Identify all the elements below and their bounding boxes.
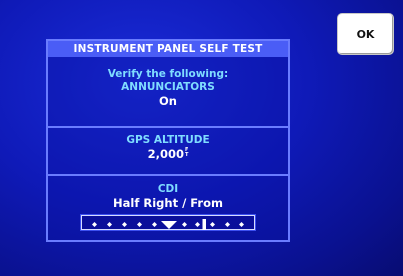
annunciators-section: Verify the following: ANNUNCIATORS On (48, 57, 288, 126)
feet-unit: F T (185, 148, 188, 158)
cdi-dot (107, 222, 112, 227)
cdi-scale (92, 219, 244, 230)
cdi-value: Half Right / From (113, 196, 223, 210)
cdi-dot (210, 222, 215, 227)
cdi-needle (202, 219, 206, 230)
cdi-dot (239, 222, 244, 227)
panel-title: INSTRUMENT PANEL SELF TEST (48, 41, 288, 57)
from-triangle-icon (161, 221, 177, 229)
gps-altitude-section: GPS ALTITUDE 2,000 F T (48, 126, 288, 174)
feet-unit-bottom: T (184, 152, 189, 158)
cdi-dot (92, 222, 97, 227)
annunciators-value: On (159, 94, 177, 108)
cdi-dot (137, 222, 142, 227)
cdi-dot (152, 222, 157, 227)
cdi-label: CDI (157, 183, 179, 195)
gps-altitude-value: 2,000 (147, 147, 184, 161)
cdi-dot (195, 222, 200, 227)
cdi-section: CDI Half Right / From (48, 174, 288, 240)
ok-button[interactable]: OK (337, 13, 394, 55)
cdi-dot (225, 222, 230, 227)
cdi-indicator (80, 214, 256, 231)
verify-instruction: Verify the following: (107, 68, 229, 80)
gps-altitude-label: GPS ALTITUDE (126, 134, 210, 146)
self-test-panel: INSTRUMENT PANEL SELF TEST Verify the fo… (46, 39, 290, 242)
gps-altitude-readout: 2,000 F T (148, 147, 189, 162)
cdi-dot (182, 222, 187, 227)
annunciators-label: ANNUNCIATORS (121, 81, 215, 93)
cdi-dot (122, 222, 127, 227)
